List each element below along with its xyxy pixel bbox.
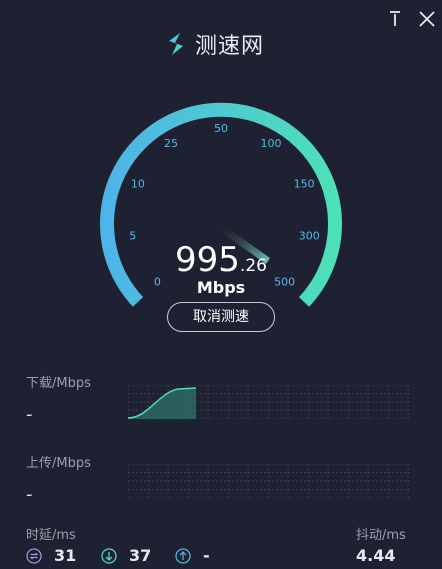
download-curve: [128, 388, 196, 419]
download-graph: [128, 385, 412, 419]
ping-value: 31: [54, 546, 77, 565]
jitter-stat: 4.44: [356, 546, 395, 565]
download-latency-stat: 37: [101, 546, 151, 565]
speed-value: 995: [175, 240, 240, 280]
jitter-label: 抖动/ms: [356, 528, 406, 543]
download-value: -: [26, 404, 33, 425]
gauge-tick-label: 10: [131, 178, 145, 191]
upload-label: 上传/Mbps: [26, 456, 91, 471]
gauge-tick-label: 25: [164, 137, 178, 150]
download-latency-value: 37: [129, 546, 152, 565]
arrow-up-icon: [175, 547, 191, 564]
upload-latency-value: -: [203, 546, 210, 565]
speed-readout: 995.26: [0, 240, 442, 280]
cancel-test-button[interactable]: 取消测速: [167, 302, 275, 332]
gauge-tick-label: 150: [294, 178, 315, 191]
speed-decimal: .26: [239, 256, 267, 276]
upload-graph: [128, 464, 412, 498]
ping-stat: 31: [26, 546, 76, 565]
speed-unit: Mbps: [196, 278, 246, 297]
arrow-down-icon: [101, 547, 117, 564]
upload-value: -: [26, 484, 33, 505]
ping-icon: [26, 547, 42, 564]
latency-label: 时延/ms: [26, 528, 76, 543]
jitter-value: 4.44: [356, 546, 396, 565]
download-label: 下载/Mbps: [26, 376, 91, 391]
gauge-tick-label: 50: [214, 122, 228, 135]
upload-latency-stat: -: [175, 546, 210, 565]
gauge-tick-label: 100: [261, 137, 282, 150]
